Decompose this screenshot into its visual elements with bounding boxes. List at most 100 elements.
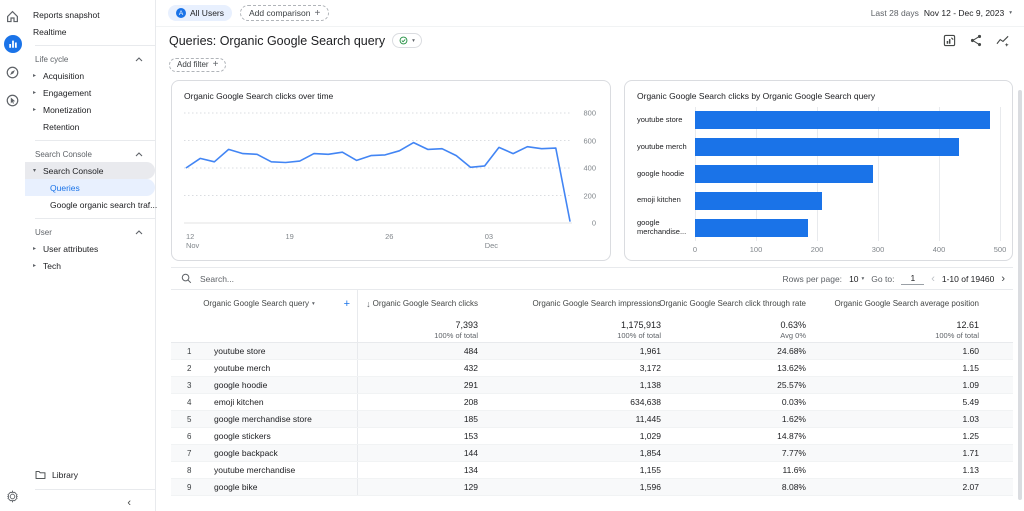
green-check-icon bbox=[399, 36, 408, 45]
add-comparison-label: Add comparison bbox=[249, 8, 310, 18]
table-row[interactable]: 7google backpack1441,8547.77%1.71 bbox=[171, 445, 1013, 462]
add-filter-chip[interactable]: Add filter + bbox=[169, 58, 226, 72]
bar-google-merchandise-[interactable] bbox=[695, 219, 808, 237]
table-row[interactable]: 2youtube merch4323,17213.62%1.15 bbox=[171, 360, 1013, 377]
row-metric-2: 1.62% bbox=[671, 411, 816, 427]
row-metric-0: 144 bbox=[358, 445, 488, 461]
sidebar-item-google-organic-search-traf-[interactable]: Google organic search traf... bbox=[25, 196, 155, 213]
column-header-metric-0[interactable]: ↓Organic Google Search clicks bbox=[358, 290, 488, 317]
table-row[interactable]: 8youtube merchandise1341,15511.6%1.13 bbox=[171, 462, 1013, 479]
table-row[interactable]: 3google hoodie2911,13825.57%1.09 bbox=[171, 377, 1013, 394]
sidebar-item-tech[interactable]: ▸Tech bbox=[25, 257, 155, 274]
sidebar-item-monetization[interactable]: ▸Monetization bbox=[25, 101, 155, 118]
metric-header-label: Organic Google Search clicks bbox=[373, 299, 478, 308]
add-comparison-chip[interactable]: Add comparison + bbox=[240, 5, 329, 21]
bar-row bbox=[695, 107, 1000, 134]
all-users-chip[interactable]: A All Users bbox=[168, 5, 232, 21]
sidebar-section-header[interactable]: User bbox=[25, 224, 155, 240]
x-tick-line1: 26 bbox=[385, 232, 393, 241]
row-metric-3: 5.49 bbox=[816, 394, 989, 410]
app-rail bbox=[0, 0, 25, 511]
prev-page-icon[interactable]: ‹ bbox=[931, 273, 935, 285]
sidebar-item-queries[interactable]: Queries bbox=[25, 179, 155, 196]
bar-youtube-merch[interactable] bbox=[695, 138, 959, 156]
plus-icon: + bbox=[314, 8, 320, 19]
bar-chart[interactable]: youtube storeyoutube merchgoogle hoodiee… bbox=[637, 107, 1000, 257]
x-tick-line1: 19 bbox=[286, 232, 294, 241]
column-header-metric-1[interactable]: Organic Google Search impressions bbox=[488, 290, 671, 317]
customize-report-icon[interactable] bbox=[943, 34, 956, 47]
y-axis-tick: 600 bbox=[583, 136, 596, 145]
date-range-picker[interactable]: Last 28 days Nov 12 - Dec 9, 2023 ▾ bbox=[871, 8, 1012, 18]
column-header-metric-3[interactable]: Organic Google Search average position bbox=[816, 290, 989, 317]
sidebar-section-label: Search Console bbox=[35, 150, 92, 159]
search-input[interactable] bbox=[198, 273, 388, 285]
row-metric-3: 1.15 bbox=[816, 360, 989, 376]
sidebar-section-header[interactable]: Search Console bbox=[25, 146, 155, 162]
table-row[interactable]: 9google bike1291,5968.08%2.07 bbox=[171, 479, 1013, 496]
totals-value: 1,175,913 bbox=[621, 320, 661, 331]
sidebar-item-library[interactable]: Library bbox=[25, 466, 155, 484]
row-number: 7 bbox=[171, 445, 205, 461]
table-pagination: Rows per page: 10 ▾ Go to: 1 ‹ 1-10 of 1… bbox=[783, 273, 1005, 285]
bar-emoji-kitchen[interactable] bbox=[695, 192, 822, 210]
x-tick-line2: Nov bbox=[186, 241, 199, 250]
totals-subtext: 100% of total bbox=[935, 331, 979, 340]
advertising-icon[interactable] bbox=[4, 91, 22, 109]
sort-desc-icon: ↓ bbox=[366, 299, 371, 309]
row-query: youtube merch bbox=[205, 360, 358, 376]
insights-icon[interactable] bbox=[996, 34, 1010, 47]
home-icon[interactable] bbox=[4, 7, 22, 25]
add-dimension-icon[interactable]: + bbox=[344, 298, 350, 310]
sidebar-item-engagement[interactable]: ▸Engagement bbox=[25, 84, 155, 101]
row-spacer bbox=[989, 445, 1013, 461]
column-header-metric-2[interactable]: Organic Google Search click through rate bbox=[671, 290, 816, 317]
explore-icon[interactable] bbox=[4, 63, 22, 81]
sidebar-item-label: Acquisition bbox=[43, 71, 84, 81]
x-tick-line1: 03 bbox=[485, 232, 498, 241]
row-number: 4 bbox=[171, 394, 205, 410]
bar-gridline bbox=[1000, 107, 1001, 241]
chevron-collapsed-icon: ▸ bbox=[33, 72, 43, 79]
sidebar-item-user-attributes[interactable]: ▸User attributes bbox=[25, 240, 155, 257]
data-quality-badge[interactable]: ▾ bbox=[392, 33, 422, 48]
metric-header-label: Organic Google Search click through rate bbox=[659, 299, 806, 308]
row-metric-2: 13.62% bbox=[671, 360, 816, 376]
sidebar-item-search-console[interactable]: ▾Search Console bbox=[25, 162, 155, 179]
row-metric-1: 1,961 bbox=[488, 343, 671, 359]
chevron-collapsed-icon: ▸ bbox=[33, 89, 43, 96]
sidebar-section-header[interactable]: Life cycle bbox=[25, 51, 155, 67]
column-header-query[interactable]: Organic Google Search query▾+ bbox=[171, 290, 358, 317]
sidebar-item-realtime[interactable]: Realtime bbox=[25, 23, 155, 40]
sidebar-item-retention[interactable]: Retention bbox=[25, 118, 155, 135]
row-spacer bbox=[989, 360, 1013, 376]
row-metric-1: 1,854 bbox=[488, 445, 671, 461]
totals-spacer bbox=[989, 317, 1013, 342]
totals-subtext: 100% of total bbox=[617, 331, 661, 340]
sidebar-item-reports-snapshot[interactable]: Reports snapshot bbox=[25, 6, 155, 23]
goto-page-input[interactable]: 1 bbox=[901, 273, 924, 285]
queries-table-card: Rows per page: 10 ▾ Go to: 1 ‹ 1-10 of 1… bbox=[171, 267, 1013, 511]
bar-chart-title: Organic Google Search clicks by Organic … bbox=[637, 91, 1000, 101]
next-page-icon[interactable]: › bbox=[1001, 273, 1005, 285]
sidebar-item-acquisition[interactable]: ▸Acquisition bbox=[25, 67, 155, 84]
table-row[interactable]: 6google stickers1531,02914.87%1.25 bbox=[171, 428, 1013, 445]
row-query: youtube store bbox=[205, 343, 358, 359]
table-row[interactable]: 4emoji kitchen208634,6380.03%5.49 bbox=[171, 394, 1013, 411]
bar-category-label: google merchandise... bbox=[637, 214, 688, 241]
row-query: google stickers bbox=[205, 428, 358, 444]
table-row[interactable]: 1youtube store4841,96124.68%1.60 bbox=[171, 343, 1013, 360]
row-metric-1: 634,638 bbox=[488, 394, 671, 410]
totals-subtext: 100% of total bbox=[434, 331, 478, 340]
page-scrollbar[interactable] bbox=[1018, 90, 1022, 500]
settings-gear-icon[interactable] bbox=[4, 487, 22, 505]
table-row[interactable]: 5google merchandise store18511,4451.62%1… bbox=[171, 411, 1013, 428]
line-chart[interactable]: 0200400600800 12Nov192603Dec bbox=[184, 107, 572, 250]
collapse-sidebar-icon[interactable]: ‹ bbox=[127, 497, 131, 509]
rows-per-page-label: Rows per page: bbox=[783, 274, 843, 284]
bar-youtube-store[interactable] bbox=[695, 111, 990, 129]
reports-icon[interactable] bbox=[4, 35, 22, 53]
share-icon[interactable] bbox=[970, 34, 982, 47]
rows-per-page-select[interactable]: 10 ▾ bbox=[849, 274, 864, 284]
bar-google-hoodie[interactable] bbox=[695, 165, 873, 183]
